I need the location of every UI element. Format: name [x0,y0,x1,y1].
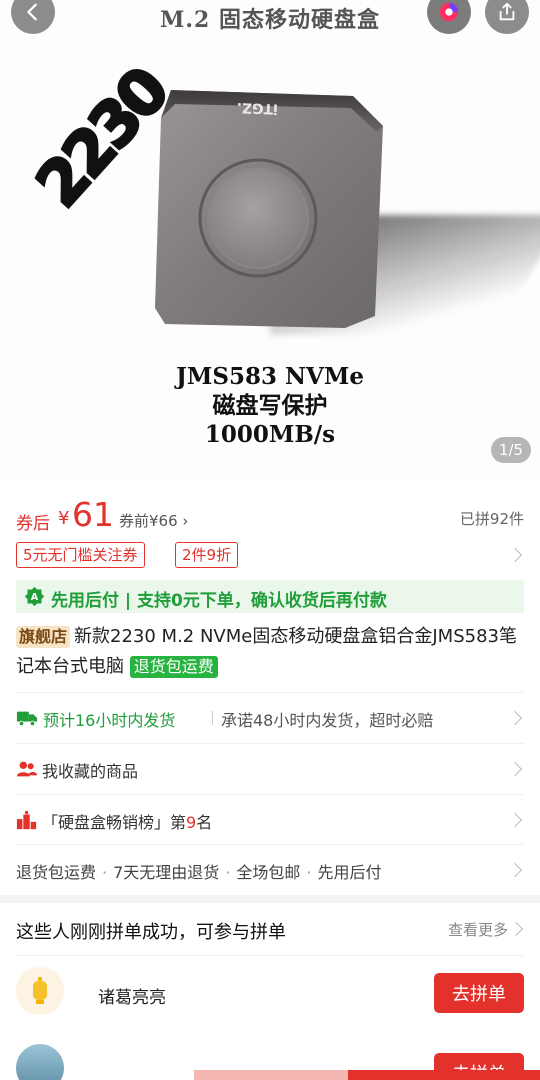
truck-icon [16,711,38,727]
pay-later-badge-icon: A [24,586,45,607]
chevron-right-icon [507,812,523,828]
shipping-promise: 承诺48小时内发货，超时必赔 [221,711,434,730]
price-value: 61 [72,495,114,534]
services-list: 退货包运费 · 7天无理由退货 · 全场包邮 · 先用后付 [16,863,382,882]
product-title: 新款2230 M.2 NVMe固态移动硬盘盒铝合金JMS583笔记本台式电脑 [16,626,517,677]
avatar [16,967,64,1015]
image-page-indicator: 1/5 [491,437,531,463]
ranking-suffix: 名 [196,813,213,832]
caption-line-1: JMS583 NVMe [176,363,364,390]
favorites-row[interactable]: 我收藏的商品 [16,743,524,793]
share-icon [499,2,515,21]
chevron-right-icon [508,921,524,937]
return-shipping-tag: 退货包运费 [129,656,218,678]
chevron-right-icon [507,710,523,726]
pay-later-text: 先用后付 | 支持0元下单，确认收货后再付款 [51,591,387,611]
bottom-action-bar[interactable] [194,1070,540,1080]
coupon-row[interactable]: 5元无门槛关注券 2件9折 [16,542,526,570]
chevron-right-icon [507,761,523,777]
original-price-link[interactable]: 券前¥66 › [119,510,188,531]
join-group-button[interactable]: 去拼单 [434,973,524,1013]
trophy-icon [33,977,47,1004]
ranking-row[interactable]: 「硬盘盒畅销榜」第9名 [16,794,524,844]
section-divider [0,895,540,903]
discount-tag[interactable]: 2件9折 [175,542,239,568]
ssd-enclosure-image: iTGZ. [155,90,383,328]
view-more-link[interactable]: 查看更多 [448,919,508,940]
chevron-right-icon: › [177,512,189,530]
flagship-store-tag: 旗舰店 [16,626,71,648]
avatar [16,1044,64,1080]
group-buy-count: 已拼92件 [459,510,524,528]
services-row[interactable]: 退货包运费 · 7天无理由退货 · 全场包邮 · 先用后付 [16,844,524,894]
chevron-right-icon [507,862,523,878]
chevron-right-icon [507,547,523,563]
service-item: 7天无理由退货 [113,863,220,882]
service-item: 全场包邮 [236,863,301,882]
caption-line-3: 1000MB/s [204,421,336,448]
group-buy-header: 这些人刚刚拼单成功，可参与拼单 查看更多 [16,903,524,955]
users-icon [16,761,38,777]
app-logo-icon [439,2,459,22]
product-title-block: 旗舰店 新款2230 M.2 NVMe固态移动硬盘盒铝合金JMS583笔记本台式电… [16,622,524,682]
ranking-label: 「硬盘盒畅销榜」第9名 [42,809,212,833]
favorites-label: 我收藏的商品 [42,762,139,781]
pay-later-banner[interactable]: A 先用后付 | 支持0元下单，确认收货后再付款 [16,580,524,613]
group-buy-title: 这些人刚刚拼单成功，可参与拼单 [16,922,286,943]
image-caption: JMS583 NVMe 磁盘写保护 1000MB/s [0,362,540,449]
single-buy-button[interactable] [194,1070,348,1080]
coupon-tag[interactable]: 5元无门槛关注券 [16,542,145,568]
back-arrow-icon [27,3,37,21]
group-buy-button[interactable] [348,1070,540,1080]
original-price: 券前¥66 [119,512,178,530]
divider [212,711,213,725]
price-row: 券后 ¥ 61 券前¥66 › 已拼92件 [16,495,524,535]
shipping-row[interactable]: 预计16小时内发货 承诺48小时内发货，超时必赔 [16,692,524,742]
ranking-prefix: 「硬盘盒畅销榜」第 [42,813,187,832]
service-item: 退货包运费 [16,863,97,882]
divider [16,955,524,956]
podium-icon [16,810,37,830]
price-label: 券后 [16,514,50,534]
group-member-row: 诸葛亮亮 去拼单 [16,963,524,1025]
service-item: 先用后付 [317,863,382,882]
ranking-number: 9 [186,813,197,832]
caption-line-2: 磁盘写保护 [212,392,328,419]
product-image-carousel[interactable]: M.2 固态移动硬盘盒 iTGZ. 2230 JMS583 NVMe 磁盘写保护… [0,0,540,480]
price-currency: ¥ [58,508,70,529]
shipping-estimate: 预计16小时内发货 [43,711,176,730]
svg-text:A: A [31,592,39,603]
member-name: 诸葛亮亮 [98,988,166,1008]
brand-engraving: iTGZ. [236,99,278,116]
